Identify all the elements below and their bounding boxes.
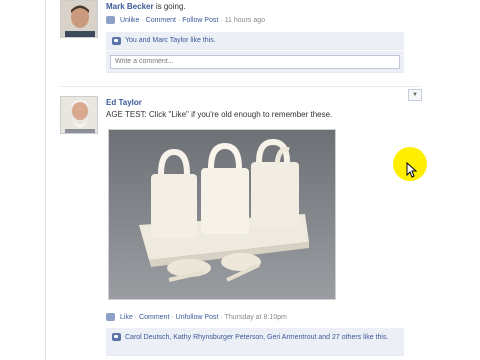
avatar-mark-becker[interactable]: [60, 0, 98, 38]
feed-left-border: [45, 0, 46, 360]
comment-link[interactable]: Comment: [139, 314, 169, 321]
like-link[interactable]: Like: [120, 314, 133, 321]
post-divider: [60, 86, 420, 87]
comment-link[interactable]: Comment: [146, 17, 176, 24]
separator: ·: [141, 16, 144, 24]
like-thumb-icon: [112, 36, 121, 45]
separator: ·: [134, 313, 138, 321]
post2-author-link[interactable]: Ed Taylor: [106, 98, 142, 107]
like-thumb-icon: [112, 333, 121, 341]
post2-actions: Like · Comment · Unfollow Post · Thursda…: [106, 313, 287, 321]
post2-timestamp[interactable]: Thursday at 8:10pm: [225, 314, 287, 321]
mouse-pointer-icon: [406, 162, 418, 178]
separator: ·: [220, 16, 223, 24]
separator: ·: [220, 313, 223, 321]
follow-post-link[interactable]: Follow Post: [182, 17, 218, 24]
avatar-photo: [61, 97, 97, 133]
post2-likes-summary: Carol Deutsch, Kathy Rhynsburger Peterso…: [106, 328, 404, 356]
post2-photo-popsicle-molds[interactable]: [108, 129, 336, 300]
post1-timestamp[interactable]: 11 hours ago: [225, 17, 265, 24]
unlike-thumb-icon: [106, 16, 115, 24]
chevron-down-icon[interactable]: ▼: [408, 89, 422, 101]
unlike-link[interactable]: Unlike: [120, 17, 139, 24]
separator: ·: [171, 313, 174, 321]
like-thumb-icon: [106, 313, 115, 321]
post2-message: AGE TEST: Click "Like" if you're old eno…: [106, 110, 333, 119]
avatar-ed-taylor[interactable]: [60, 96, 98, 134]
unfollow-post-link[interactable]: Unfollow Post: [176, 314, 219, 321]
comment-input[interactable]: Write a comment...: [110, 55, 400, 69]
post1-actions: Unlike · Comment · Follow Post · 11 hour…: [106, 16, 265, 24]
post1-status-text: is going.: [155, 2, 186, 11]
post1-header: Mark Becker is going.: [106, 2, 186, 11]
post2-header: Ed Taylor: [106, 98, 142, 107]
separator: ·: [177, 16, 181, 24]
post2-likes-text[interactable]: Carol Deutsch, Kathy Rhynsburger Peterso…: [125, 333, 400, 343]
post1-likes-text[interactable]: You and Marc Taylor like this.: [125, 37, 216, 44]
post1-likes-summary: You and Marc Taylor like this.: [106, 32, 404, 50]
post1-author-link[interactable]: Mark Becker: [106, 2, 154, 11]
popsicle-molds-image: [109, 130, 335, 299]
avatar-photo: [61, 1, 97, 37]
